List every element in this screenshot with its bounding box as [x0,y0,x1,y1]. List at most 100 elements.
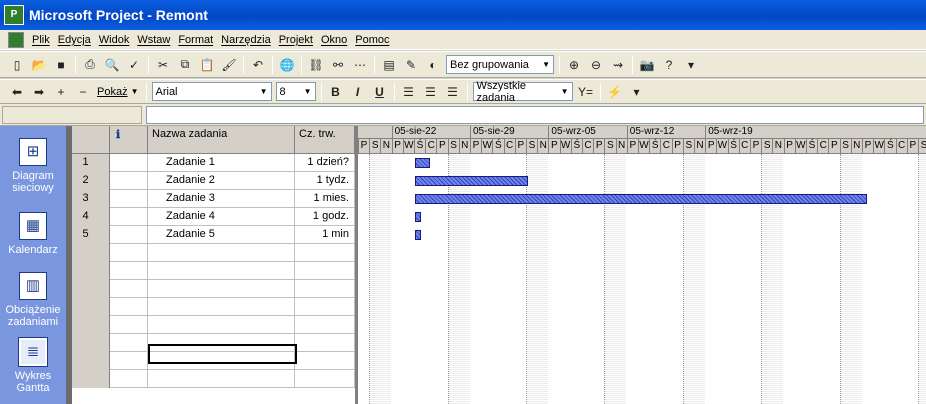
duration-cell[interactable]: 1 min [295,226,355,244]
entry-field[interactable] [146,106,924,124]
view-task-usage[interactable]: ▥ Obciążenie zadaniami [0,272,66,328]
duration-cell[interactable] [295,244,355,262]
duration-cell[interactable] [295,262,355,280]
indicator-cell[interactable] [110,262,148,280]
align-right-icon[interactable]: ☰ [442,82,464,102]
menu-format[interactable]: Format [174,34,217,46]
zoom-out-icon[interactable]: ⊖ [585,55,607,75]
view-calendar[interactable]: ▦ Kalendarz [0,212,66,256]
indicator-cell[interactable] [110,190,148,208]
task-notes-icon[interactable]: ✎ [400,55,422,75]
select-all-cell[interactable] [72,126,110,154]
row-id[interactable] [72,316,110,334]
row-id[interactable]: 3 [72,190,110,208]
table-row[interactable] [72,262,355,280]
task-name-cell[interactable] [148,298,295,316]
document-icon[interactable] [8,31,24,48]
gantt-wizard-icon[interactable]: ⚡ [604,82,626,102]
gantt-bar[interactable] [415,194,867,204]
show-button[interactable]: Pokaż [94,86,131,98]
row-id[interactable] [72,244,110,262]
toolbar-options-icon[interactable]: ▾ [680,55,702,75]
bold-icon[interactable]: B [325,82,347,102]
task-name-cell[interactable] [148,262,295,280]
indicator-cell[interactable] [110,298,148,316]
indicator-cell[interactable] [110,370,148,388]
indicator-cell[interactable] [110,154,148,172]
row-id[interactable] [72,298,110,316]
table-row[interactable] [72,280,355,298]
chevron-down-icon[interactable]: ▼ [131,87,139,96]
unlink-tasks-icon[interactable]: ⚯ [327,55,349,75]
indicator-cell[interactable] [110,208,148,226]
print-icon[interactable]: ⎙ [79,55,101,75]
row-id[interactable]: 5 [72,226,110,244]
menu-okno[interactable]: Okno [317,34,351,46]
task-name-cell[interactable]: Zadanie 5 [148,226,295,244]
align-center-icon[interactable]: ☰ [420,82,442,102]
row-id[interactable] [72,262,110,280]
duration-cell[interactable]: 1 mies. [295,190,355,208]
zoom-in-icon[interactable]: ⊕ [563,55,585,75]
view-network-diagram[interactable]: ⊞ Diagram sieciowy [0,138,66,194]
info-icon[interactable]: ℹ [110,126,148,154]
gantt-bar[interactable] [415,158,430,168]
save-icon[interactable]: ■ [50,55,72,75]
task-name-cell[interactable] [148,280,295,298]
italic-icon[interactable]: I [347,82,369,102]
task-name-cell[interactable] [148,244,295,262]
task-name-cell[interactable] [148,370,295,388]
outdent-icon[interactable]: ⬅ [6,82,28,102]
indent-icon[interactable]: ➡ [28,82,50,102]
goto-task-icon[interactable]: ⇝ [607,55,629,75]
menu-edycja[interactable]: Edycja [54,34,95,46]
indicator-cell[interactable] [110,244,148,262]
indicator-cell[interactable] [110,334,148,352]
spelling-icon[interactable]: ✓ [123,55,145,75]
row-id[interactable]: 1 [72,154,110,172]
table-row[interactable]: 3 Zadanie 31 mies. [72,190,355,208]
menu-plik[interactable]: Plik [28,34,54,46]
font-size-dropdown[interactable]: 8 ▼ [275,82,316,101]
autofilter-icon[interactable]: Y= [575,82,597,102]
task-name-cell[interactable]: Zadanie 4 [148,208,295,226]
menu-projekt[interactable]: Projekt [275,34,317,46]
undo-icon[interactable]: ↶ [247,55,269,75]
paste-icon[interactable]: 📋 [196,55,218,75]
font-dropdown[interactable]: Arial ▼ [151,82,272,101]
table-row[interactable]: 2 Zadanie 21 tydz. [72,172,355,190]
new-icon[interactable]: ▯ [6,55,28,75]
toolbar-options-icon[interactable]: ▾ [626,82,648,102]
table-row[interactable] [72,298,355,316]
task-information-icon[interactable]: ▤ [378,55,400,75]
table-row[interactable]: 1 Zadanie 11 dzień? [72,154,355,172]
hide-subtasks-icon[interactable]: − [72,82,94,102]
table-row[interactable] [72,244,355,262]
indicator-cell[interactable] [110,352,148,370]
duration-cell[interactable] [295,316,355,334]
duration-cell[interactable] [295,334,355,352]
open-icon[interactable]: 📂 [28,55,50,75]
table-row[interactable]: 5 Zadanie 51 min [72,226,355,244]
task-name-cell[interactable]: Zadanie 3 [148,190,295,208]
duration-cell[interactable] [295,298,355,316]
task-name-cell[interactable]: Zadanie 2 [148,172,295,190]
selected-cell-cursor[interactable] [148,344,297,364]
duration-cell[interactable]: 1 dzień? [295,154,355,172]
table-row[interactable]: 4 Zadanie 41 godz. [72,208,355,226]
row-id[interactable] [72,370,110,388]
duration-cell[interactable] [295,370,355,388]
indicator-cell[interactable] [110,316,148,334]
row-id[interactable] [72,280,110,298]
row-id[interactable]: 4 [72,208,110,226]
row-id[interactable] [72,352,110,370]
assign-resources-icon[interactable]: ◐ [422,55,444,75]
copy-icon[interactable]: ⧉ [174,55,196,75]
print-preview-icon[interactable]: 🔍 [101,55,123,75]
duration-cell[interactable] [295,280,355,298]
align-left-icon[interactable]: ☰ [398,82,420,102]
column-header-duration[interactable]: Cz. trw. [295,126,355,154]
task-name-cell[interactable] [148,316,295,334]
row-id[interactable] [72,334,110,352]
table-row[interactable] [72,370,355,388]
